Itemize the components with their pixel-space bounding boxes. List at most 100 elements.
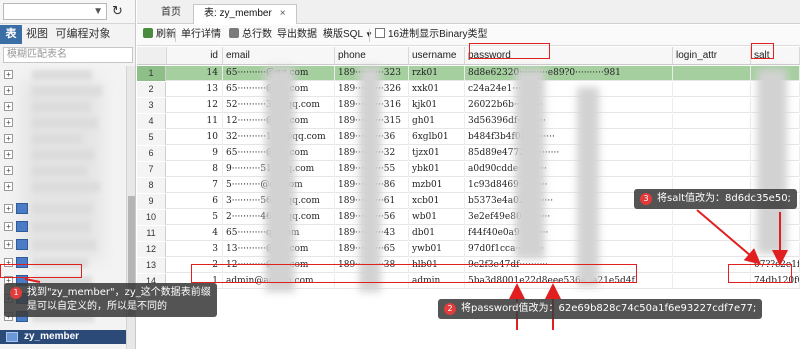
tab-views[interactable]: 视图: [24, 25, 50, 44]
cell-login-attr[interactable]: [673, 274, 751, 289]
row-number[interactable]: 10: [137, 210, 166, 225]
row-number[interactable]: 2: [137, 82, 166, 97]
expand-icon[interactable]: +: [4, 70, 13, 79]
refresh-button[interactable]: 刷新: [143, 27, 176, 43]
cell-login-attr[interactable]: [673, 130, 751, 145]
expand-icon[interactable]: +: [4, 240, 13, 249]
cell-password[interactable]: c24a24e1··········: [465, 82, 673, 97]
cell-salt[interactable]: 07??c2e1f6: [751, 258, 800, 273]
cell-username[interactable]: ybk01: [409, 162, 465, 177]
column-header-email[interactable]: email: [223, 47, 335, 65]
expand-icon[interactable]: +: [4, 102, 13, 111]
tab-home[interactable]: 首页: [151, 4, 191, 24]
table-filter-input[interactable]: 模糊匹配表名: [3, 47, 133, 63]
cell-username[interactable]: rzk01: [409, 66, 465, 81]
cell-id[interactable]: 12: [167, 98, 223, 113]
cell-password[interactable]: 8d8e62320··········e89?0··········981: [465, 66, 673, 81]
row-number[interactable]: 11: [137, 226, 166, 241]
cell-id[interactable]: 4: [167, 226, 223, 241]
row-detail-button[interactable]: 单行详情: [181, 27, 221, 43]
column-header-salt[interactable]: salt: [751, 47, 800, 65]
tab-programmable-objects[interactable]: 可编程对象: [52, 25, 114, 44]
cell-username[interactable]: db01: [409, 226, 465, 241]
row-number[interactable]: 5: [137, 130, 166, 145]
cell-username[interactable]: admin: [409, 274, 465, 289]
table-row[interactable]: 141admin@admin.comadmin5ba3d8001e22d8eee…: [137, 274, 800, 289]
table-row[interactable]: 31252··········31@qq.com189··········316…: [137, 98, 800, 113]
export-button[interactable]: 导出数据: [277, 27, 317, 43]
cell-login-attr[interactable]: [673, 146, 751, 161]
close-icon[interactable]: ×: [280, 8, 286, 19]
expand-icon[interactable]: +: [4, 222, 13, 231]
cell-password[interactable]: a0d90cdde··········: [465, 162, 673, 177]
tab-zy-member[interactable]: 表: zy_member ×: [193, 4, 297, 24]
cell-username[interactable]: kjk01: [409, 98, 465, 113]
cell-login-attr[interactable]: [673, 242, 751, 257]
row-number[interactable]: 1: [137, 66, 166, 81]
cell-login-attr[interactable]: [673, 210, 751, 225]
tree-node-zy-member[interactable]: zy_member: [0, 330, 126, 344]
cell-id[interactable]: 7: [167, 178, 223, 193]
cell-id[interactable]: 14: [167, 66, 223, 81]
table-row[interactable]: 789··········51@qq.com189··········55ybk…: [137, 162, 800, 177]
table-row[interactable]: 11465··········@qq.com189··········323rz…: [137, 66, 800, 81]
column-header-phone[interactable]: phone: [335, 47, 409, 65]
cell-id[interactable]: 13: [167, 82, 223, 97]
total-rows-button[interactable]: 总行数: [229, 27, 272, 43]
row-number[interactable]: 6: [137, 146, 166, 161]
cell-password[interactable]: 26022b6b··········: [465, 98, 673, 113]
refresh-icon[interactable]: ↻: [112, 3, 123, 19]
binary-hex-checkbox[interactable]: 16进制显示Binary类型: [375, 27, 487, 43]
cell-username[interactable]: gh01: [409, 114, 465, 129]
expand-icon[interactable]: +: [4, 182, 13, 191]
cell-id[interactable]: 5: [167, 210, 223, 225]
table-row[interactable]: 11465··········qq.com189··········43db01…: [137, 226, 800, 241]
column-header-id[interactable]: id: [167, 47, 223, 65]
row-number[interactable]: 9: [137, 194, 166, 209]
row-number[interactable]: 3: [137, 98, 166, 113]
cell-id[interactable]: 2: [167, 258, 223, 273]
row-number[interactable]: 7: [137, 162, 166, 177]
row-number[interactable]: 4: [137, 114, 166, 129]
cell-id[interactable]: 3: [167, 242, 223, 257]
cell-password[interactable]: 9c2f3e47df··········: [465, 258, 673, 273]
template-sql-button[interactable]: 模版SQL▼: [323, 27, 373, 43]
cell-login-attr[interactable]: [673, 114, 751, 129]
cell-password[interactable]: 97d0f1cca··········: [465, 242, 673, 257]
cell-id[interactable]: 10: [167, 130, 223, 145]
checkbox-icon[interactable]: [375, 28, 385, 38]
cell-password[interactable]: 3d56396df··········: [465, 114, 673, 129]
cell-username[interactable]: tjzx01: [409, 146, 465, 161]
cell-login-attr[interactable]: [673, 98, 751, 113]
table-row[interactable]: 21365··········@qq.com189··········326xx…: [137, 82, 800, 97]
cell-login-attr[interactable]: [673, 66, 751, 81]
cell-username[interactable]: xxk01: [409, 82, 465, 97]
expand-icon[interactable]: +: [4, 166, 13, 175]
cell-id[interactable]: 8: [167, 162, 223, 177]
expand-icon[interactable]: +: [4, 150, 13, 159]
table-row[interactable]: 12313··········@qq.com189··········65ywb…: [137, 242, 800, 257]
row-number[interactable]: 8: [137, 178, 166, 193]
column-header-login-attr[interactable]: login_attr: [673, 47, 751, 65]
cell-username[interactable]: hlb01: [409, 258, 465, 273]
cell-salt[interactable]: 74db120f0a: [751, 274, 800, 289]
expand-icon[interactable]: +: [4, 118, 13, 127]
cell-login-attr[interactable]: [673, 162, 751, 177]
cell-id[interactable]: 11: [167, 114, 223, 129]
table-row[interactable]: 1052··········465@qq.com189··········56w…: [137, 210, 800, 225]
column-header-username[interactable]: username: [409, 47, 465, 65]
expand-icon[interactable]: +: [4, 258, 13, 267]
cell-id[interactable]: 9: [167, 146, 223, 161]
cell-password[interactable]: b484f3b4f08··········: [465, 130, 673, 145]
cell-password[interactable]: 3e2ef49e80··········: [465, 210, 673, 225]
row-number[interactable]: 12: [137, 242, 166, 257]
cell-password[interactable]: 85d89e47721··········: [465, 146, 673, 161]
cell-password[interactable]: f44f40e0a9··········: [465, 226, 673, 241]
expand-icon[interactable]: +: [4, 204, 13, 213]
cell-login-attr[interactable]: [673, 82, 751, 97]
cell-password[interactable]: 5ba3d8001e22d8eee53645a21e5d4f: [465, 274, 673, 289]
cell-username[interactable]: ywb01: [409, 242, 465, 257]
cell-login-attr[interactable]: [673, 258, 751, 273]
cell-username[interactable]: xcb01: [409, 194, 465, 209]
expand-icon[interactable]: +: [4, 134, 13, 143]
